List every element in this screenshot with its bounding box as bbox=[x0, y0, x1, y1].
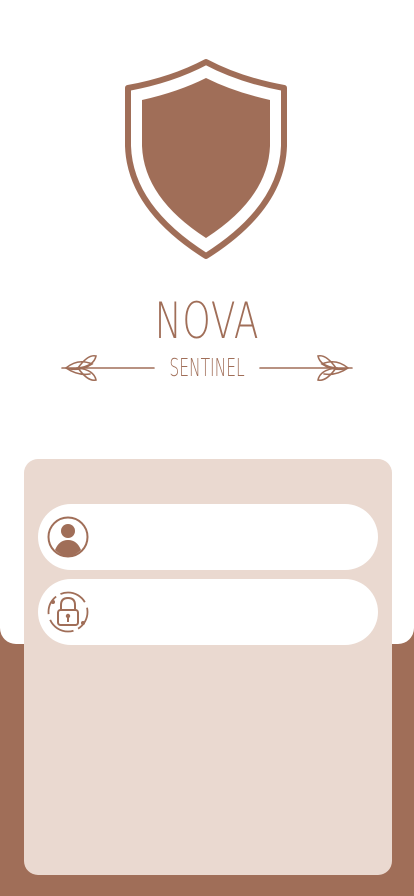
password-input[interactable] bbox=[102, 579, 366, 647]
password-field[interactable] bbox=[38, 579, 378, 647]
brand-title: NOVA bbox=[154, 292, 260, 350]
user-avatar-icon bbox=[47, 516, 89, 558]
username-field[interactable] bbox=[38, 504, 378, 572]
shield-icon bbox=[125, 59, 287, 259]
username-input[interactable] bbox=[102, 504, 366, 572]
padlock-icon bbox=[47, 591, 89, 633]
brand-subtitle: SENTINEL bbox=[169, 353, 245, 382]
login-panel bbox=[24, 459, 392, 875]
